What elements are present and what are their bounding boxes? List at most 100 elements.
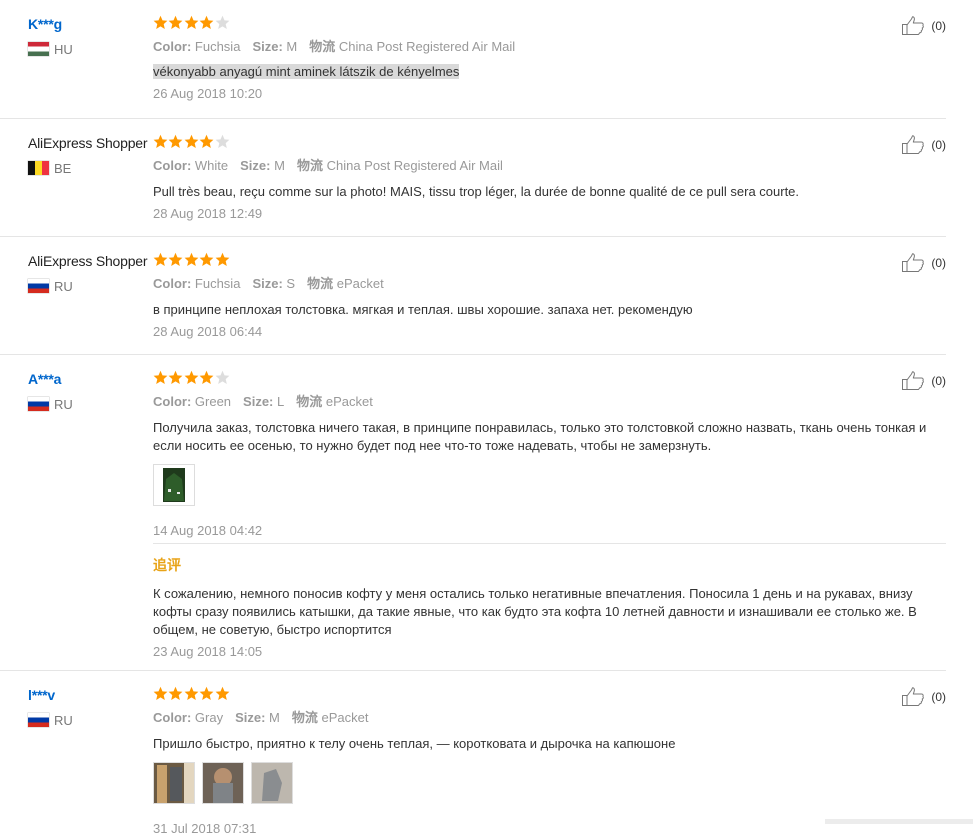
reviewer-country: HU	[28, 41, 150, 57]
reviewer-info: l***v RU	[28, 687, 150, 728]
thumbs-up-icon	[901, 371, 928, 391]
star-rating	[153, 370, 946, 386]
photo-icon	[252, 763, 292, 803]
star-filled-icon	[199, 370, 214, 384]
color-label: Color:	[153, 394, 192, 409]
thumbs-up-icon	[901, 687, 928, 707]
star-rating	[153, 686, 946, 702]
reviewer-name[interactable]: l***v	[28, 687, 150, 703]
star-filled-icon	[168, 686, 183, 700]
hungary-flag-icon	[28, 42, 49, 56]
review-content: Color: Green Size: L 物流 ePacket Получила з…	[153, 370, 946, 539]
reviewer-name: AliExpress Shopper	[28, 253, 148, 269]
additional-review-divider	[153, 543, 946, 544]
reviewer-info: AliExpress Shopper BE	[28, 135, 150, 176]
thumbs-up-icon	[901, 253, 928, 273]
color-value: Gray	[194, 710, 224, 725]
review-text: vékonyabb anyagú mint aminek látszik de …	[153, 63, 947, 81]
star-filled-icon	[153, 370, 168, 384]
review-text: Получила заказ, толстовка ничего такая, …	[153, 420, 927, 453]
reviewer-name[interactable]: A***a	[28, 371, 150, 387]
shipping-value: ePacket	[336, 276, 384, 291]
helpful-button[interactable]: (0)	[901, 687, 946, 707]
review-photos	[153, 464, 946, 506]
review-photo-thumbnail[interactable]	[202, 762, 244, 804]
star-filled-icon	[184, 686, 199, 700]
country-code: RU	[54, 278, 73, 294]
star-filled-icon	[184, 134, 199, 148]
green-hoodie-photo-icon	[163, 468, 185, 502]
star-empty-icon	[215, 134, 229, 148]
review-text: Pull très beau, reçu comme sur la photo!…	[153, 184, 800, 199]
page-scroll-indicator	[825, 819, 973, 824]
reviewer-country: BE	[28, 161, 150, 176]
reviewer-info: AliExpress Shopper RU	[28, 253, 150, 294]
helpful-button[interactable]: (0)	[901, 253, 946, 273]
photo-icon	[203, 763, 243, 803]
reviewer-info: A***a RU	[28, 371, 150, 412]
color-value: Green	[194, 394, 232, 409]
review-photos	[153, 762, 946, 804]
color-value: White	[194, 158, 229, 173]
reviewer-country: RU	[28, 712, 150, 728]
color-value: Fuchsia	[194, 39, 241, 54]
reviewer-info: K***g HU	[28, 16, 150, 57]
reviewer-name: AliExpress Shopper	[28, 135, 148, 151]
helpful-count: (0)	[931, 256, 946, 270]
review-content: Color: Fuchsia Size: S 物流 ePacket в принци…	[153, 252, 946, 340]
size-value: M	[269, 710, 280, 725]
review-date: 28 Aug 2018 12:49	[153, 206, 263, 221]
reviewer-name[interactable]: K***g	[28, 16, 150, 32]
star-filled-icon	[215, 686, 229, 700]
star-filled-icon	[215, 252, 229, 266]
review-date: 28 Aug 2018 06:44	[153, 324, 263, 339]
russia-flag-icon	[28, 279, 49, 293]
review-date: 14 Aug 2018 04:42	[153, 523, 263, 538]
helpful-button[interactable]: (0)	[901, 16, 946, 36]
country-code: RU	[54, 712, 73, 728]
star-filled-icon	[199, 252, 214, 266]
star-filled-icon	[168, 134, 183, 148]
helpful-count: (0)	[931, 690, 946, 704]
star-empty-icon	[215, 15, 229, 29]
review-item: A***a RU Color: Green Size: L 物流 ePacket П…	[0, 355, 946, 671]
review-date: 26 Aug 2018 10:20	[153, 86, 263, 101]
review-attributes: Color: White Size: M 物流 China Post Registe…	[153, 158, 946, 174]
color-label: Color:	[153, 276, 192, 291]
review-text-selected: vékonyabb anyagú mint aminek látszik de …	[153, 64, 460, 79]
country-code: HU	[54, 41, 73, 57]
star-filled-icon	[199, 134, 214, 148]
additional-review-text: К сожалению, немного поносив кофту у мен…	[153, 586, 917, 637]
thumbs-up-icon	[901, 135, 928, 155]
review-text: Пришло быстро, приятно к телу очень тепл…	[153, 736, 676, 751]
review-content: Color: Gray Size: M 物流 ePacket Пришло быст…	[153, 686, 946, 837]
review-attributes: Color: Fuchsia Size: S 物流 ePacket	[153, 276, 946, 292]
review-item: K***g HU Color: Fuchsia Size: M 物流 China P…	[0, 0, 946, 119]
review-content: Color: Fuchsia Size: M 物流 China Post Regis…	[153, 15, 946, 102]
country-code: RU	[54, 396, 73, 412]
review-text: в принципе неплохая толстовка. мягкая и …	[153, 302, 693, 317]
star-empty-icon	[215, 370, 229, 384]
size-label: Size:	[252, 39, 283, 54]
color-label: Color:	[153, 710, 192, 725]
size-value: S	[286, 276, 296, 291]
star-filled-icon	[199, 15, 214, 29]
star-filled-icon	[184, 15, 199, 29]
review-photo-thumbnail[interactable]	[153, 762, 195, 804]
star-rating	[153, 15, 946, 31]
review-photo-thumbnail[interactable]	[251, 762, 293, 804]
helpful-button[interactable]: (0)	[901, 135, 946, 155]
color-label: Color:	[153, 39, 192, 54]
thumbs-up-icon	[901, 16, 928, 36]
star-filled-icon	[168, 370, 183, 384]
star-filled-icon	[168, 15, 183, 29]
helpful-button[interactable]: (0)	[901, 371, 946, 391]
shipping-label: 物流	[296, 158, 323, 173]
review-attributes: Color: Green Size: L 物流 ePacket	[153, 394, 946, 410]
helpful-count: (0)	[931, 19, 946, 33]
shipping-label: 物流	[291, 710, 318, 725]
review-photo-thumbnail[interactable]	[153, 464, 195, 506]
helpful-count: (0)	[931, 138, 946, 152]
size-label: Size:	[235, 710, 266, 725]
star-filled-icon	[153, 15, 168, 29]
